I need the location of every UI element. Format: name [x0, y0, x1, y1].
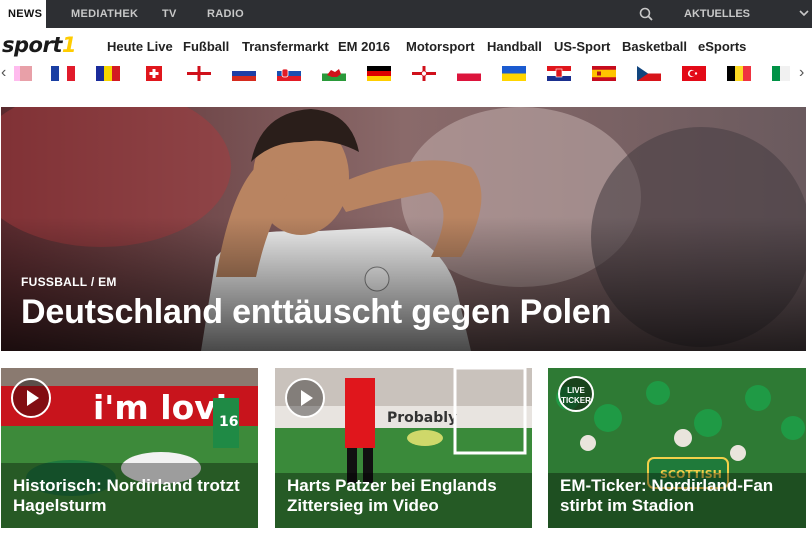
- teaser-card-2[interactable]: Probably Harts Patzer bei Englands Zitte…: [275, 368, 532, 528]
- flag-italy-icon[interactable]: [772, 66, 790, 81]
- nav-esports[interactable]: eSports: [698, 39, 746, 54]
- flag-czech-republic-icon[interactable]: [637, 66, 661, 81]
- top-bar: NEWS MEDIATHEK TV RADIO AKTUELLES PROGRA…: [0, 0, 812, 48]
- flag-croatia-icon[interactable]: [547, 66, 571, 81]
- tab-news[interactable]: NEWS: [0, 0, 46, 28]
- flag-england-icon[interactable]: [187, 66, 211, 81]
- logo-text: sport: [2, 33, 62, 57]
- play-icon[interactable]: [285, 378, 325, 418]
- flag-spain-icon[interactable]: [592, 66, 616, 81]
- tab-mediathek[interactable]: MEDIATHEK: [71, 0, 138, 28]
- flag-slovakia-icon[interactable]: [277, 66, 301, 81]
- flag-russia-icon[interactable]: [232, 66, 256, 81]
- flag-poland-icon[interactable]: [457, 66, 481, 81]
- logo-accent: 1: [61, 33, 77, 57]
- nav-basketball[interactable]: Basketball: [622, 39, 687, 54]
- nav-transfermarkt[interactable]: Transfermarkt: [242, 39, 329, 54]
- flags-right-arrow-icon[interactable]: ›: [799, 64, 804, 82]
- flag-france-icon[interactable]: [51, 66, 75, 81]
- nav-heute-live[interactable]: Heute Live: [107, 39, 173, 54]
- nav-handball[interactable]: Handball: [487, 39, 542, 54]
- flag-germany-icon[interactable]: [367, 66, 391, 81]
- nav-motorsport[interactable]: Motorsport: [406, 39, 475, 54]
- search-icon[interactable]: [639, 7, 653, 21]
- ad-board-text: Probably: [387, 410, 457, 426]
- chevron-down-icon[interactable]: [799, 7, 809, 21]
- flag-turkey-icon[interactable]: [682, 66, 706, 81]
- teaser-card-1[interactable]: i'm lovi 16 Historisch: Nordirland trotz…: [1, 368, 258, 528]
- flag-romania-icon[interactable]: [96, 66, 120, 81]
- flag-wales-icon[interactable]: [322, 66, 346, 81]
- card-3-title[interactable]: EM-Ticker: Nordirland-Fan stirbt im Stad…: [560, 476, 798, 516]
- hero-kicker: FUSSBALL / EM: [21, 275, 117, 289]
- card-2-title[interactable]: Harts Patzer bei Englands Zittersieg im …: [287, 476, 524, 516]
- flags-left-arrow-icon[interactable]: ‹: [1, 64, 6, 82]
- shirt-number: 16: [219, 414, 238, 430]
- sport1-logo[interactable]: sport1: [2, 33, 76, 57]
- flag-partial-icon[interactable]: [14, 66, 32, 81]
- nav-fussball[interactable]: Fußball: [183, 39, 229, 54]
- flag-northern-ireland-icon[interactable]: [412, 66, 436, 81]
- tab-tv[interactable]: TV: [162, 0, 177, 28]
- tab-radio[interactable]: RADIO: [207, 0, 244, 28]
- hero-teaser[interactable]: FUSSBALL / EM Deutschland enttäuscht geg…: [1, 107, 806, 351]
- play-icon[interactable]: [11, 378, 51, 418]
- nav-em-2016[interactable]: EM 2016: [338, 39, 390, 54]
- flag-belgium-icon[interactable]: [727, 66, 751, 81]
- nav-us-sport[interactable]: US-Sport: [554, 39, 610, 54]
- teaser-card-3[interactable]: SCOTTISH LIVE TICKER EM-Ticker: Nordirla…: [548, 368, 806, 528]
- ad-board-text: i'm lovi: [93, 388, 227, 427]
- hero-headline[interactable]: Deutschland enttäuscht gegen Polen: [21, 293, 611, 332]
- flag-switzerland-icon[interactable]: [146, 66, 162, 81]
- flag-ukraine-icon[interactable]: [502, 66, 526, 81]
- card-1-title[interactable]: Historisch: Nordirland trotzt Hagelsturm: [13, 476, 250, 516]
- live-ticker-badge[interactable]: LIVE TICKER: [558, 376, 594, 412]
